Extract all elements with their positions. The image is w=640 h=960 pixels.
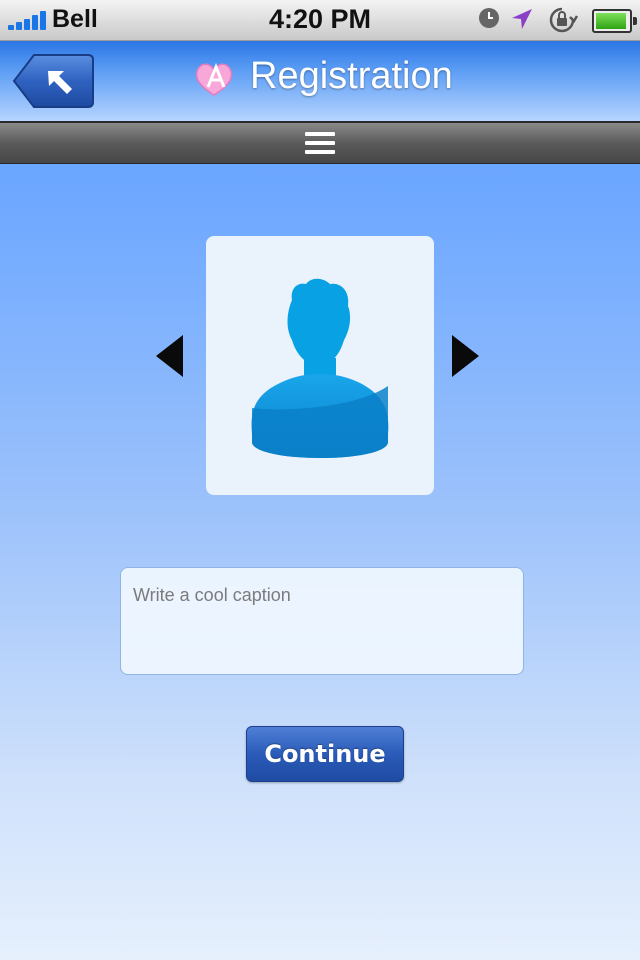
avatar-card[interactable] <box>206 236 434 495</box>
continue-button[interactable]: Continue <box>246 726 404 782</box>
status-bar: Bell 4:20 PM <box>0 0 640 41</box>
app-logo-icon <box>195 62 233 96</box>
back-button[interactable] <box>12 53 94 109</box>
nav-bar: Registration <box>0 41 640 123</box>
page-title: Registration <box>250 55 453 97</box>
rotation-lock-icon <box>549 7 578 33</box>
hamburger-menu-icon[interactable] <box>305 132 335 154</box>
caption-input[interactable] <box>120 567 524 675</box>
arrow-right-icon[interactable] <box>452 335 480 377</box>
location-icon <box>512 9 532 29</box>
menu-bar <box>0 123 640 164</box>
status-time: 4:20 PM <box>268 4 372 34</box>
clock-icon <box>479 8 499 28</box>
battery-icon <box>592 9 637 33</box>
arrow-left-icon[interactable] <box>156 335 184 377</box>
user-silhouette-icon <box>251 278 389 458</box>
